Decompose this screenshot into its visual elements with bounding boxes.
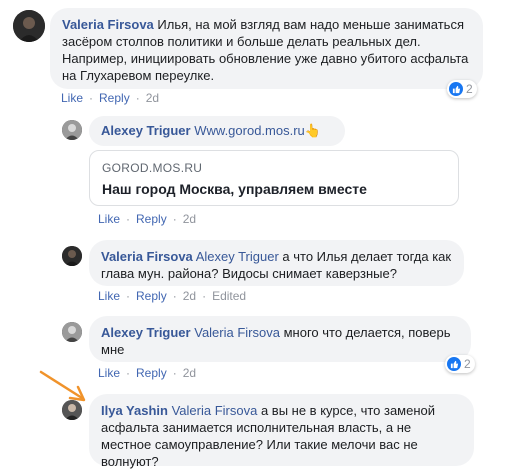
comment-author[interactable]: Valeria Firsova bbox=[62, 17, 154, 32]
reply-button[interactable]: Reply bbox=[136, 289, 167, 303]
comment-bubble: Valeria Firsova Alexey Triguer а что Иль… bbox=[89, 240, 464, 286]
comment-author[interactable]: Alexey Triguer bbox=[101, 325, 191, 340]
comment-mention[interactable]: Valeria Firsova bbox=[194, 325, 280, 340]
like-reaction-icon bbox=[449, 82, 463, 96]
link-preview-card[interactable]: GOROD.MOS.RU Наш город Москва, управляем… bbox=[89, 150, 459, 206]
comment-actions: Like · Reply · 2d · Edited bbox=[98, 289, 247, 303]
comment-actions: Like · Reply · 2d bbox=[98, 366, 197, 380]
avatar-valeria-firsova[interactable] bbox=[62, 246, 82, 266]
comment-timestamp[interactable]: 2d bbox=[183, 366, 196, 380]
comment-bubble: Ilya Yashin Valeria Firsova а вы не в ку… bbox=[89, 394, 474, 469]
reply-button[interactable]: Reply bbox=[136, 366, 167, 380]
link-preview-title: Наш город Москва, управляем вместе bbox=[102, 181, 367, 197]
link-preview-domain: GOROD.MOS.RU bbox=[102, 161, 203, 175]
avatar-ilya-yashin[interactable] bbox=[62, 400, 82, 420]
comment-mention[interactable]: Valeria Firsova bbox=[172, 403, 258, 418]
comment-timestamp[interactable]: 2d bbox=[183, 289, 196, 303]
reaction-count: 2 bbox=[466, 82, 473, 96]
pointing-up-emoji-icon: 👆 bbox=[304, 123, 321, 138]
reaction-count-badge[interactable]: 2 bbox=[445, 355, 475, 373]
comment-mention[interactable]: Alexey Triguer bbox=[196, 249, 279, 264]
like-button[interactable]: Like bbox=[98, 289, 120, 303]
comment-author[interactable]: Alexey Triguer bbox=[101, 123, 191, 138]
like-button[interactable]: Like bbox=[98, 366, 120, 380]
reply-button[interactable]: Reply bbox=[136, 212, 167, 226]
like-button[interactable]: Like bbox=[98, 212, 120, 226]
comment-actions: Like · Reply · 2d bbox=[98, 212, 197, 226]
comment-timestamp[interactable]: 2d bbox=[146, 91, 159, 105]
comment-bubble: Valeria Firsova Илья, на мой взгляд вам … bbox=[50, 8, 483, 89]
comment-author[interactable]: Ilya Yashin bbox=[101, 403, 168, 418]
avatar-alexey-triguer[interactable] bbox=[62, 120, 82, 140]
like-button[interactable]: Like bbox=[61, 91, 83, 105]
reply-button[interactable]: Reply bbox=[99, 91, 130, 105]
comment-link-text[interactable]: Www.gorod.mos.ru bbox=[194, 123, 305, 138]
comment-actions: Like · Reply · 2d bbox=[61, 91, 160, 105]
avatar-alexey-triguer[interactable] bbox=[62, 322, 82, 342]
orange-arrow-annotation bbox=[39, 370, 86, 402]
reaction-count-badge[interactable]: 2 bbox=[447, 80, 477, 98]
edited-label[interactable]: Edited bbox=[212, 289, 246, 303]
like-reaction-icon bbox=[447, 357, 461, 371]
reaction-count: 2 bbox=[464, 357, 471, 371]
comment-timestamp[interactable]: 2d bbox=[183, 212, 196, 226]
comment-bubble: Alexey Triguer Www.gorod.mos.ru👆 bbox=[89, 116, 345, 146]
comment-author[interactable]: Valeria Firsova bbox=[101, 249, 193, 264]
comment-bubble: Alexey Triguer Valeria Firsova много что… bbox=[89, 316, 471, 362]
avatar-valeria-firsova[interactable] bbox=[13, 10, 45, 42]
